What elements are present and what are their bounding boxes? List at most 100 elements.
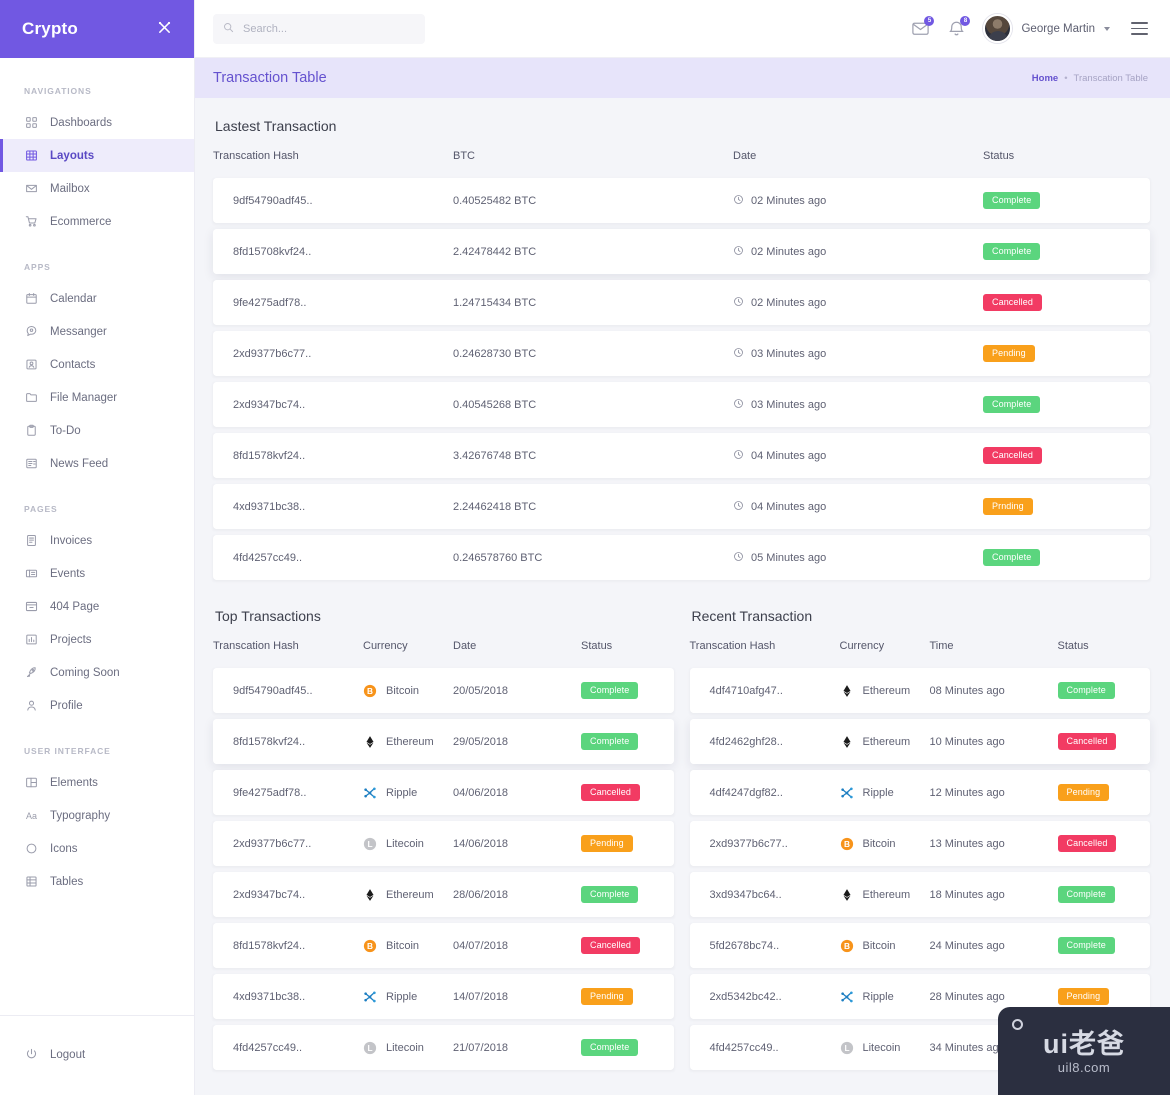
bell-icon[interactable]: 8: [947, 16, 971, 38]
cell-date: 04/07/2018: [453, 923, 581, 968]
mail-icon[interactable]: 5: [911, 16, 935, 38]
sidebar-item-label: Mailbox: [50, 182, 90, 195]
cell-hash: 2xd9377b6c77..: [213, 821, 363, 866]
top-transactions-section: Top Transactions Transcation Hash Curren…: [213, 608, 674, 1076]
table-row[interactable]: 5fd2678bc74.. B Bitcoin 24 Minutes ago Compl…: [689, 923, 1150, 968]
sidebar-item-mailbox[interactable]: Mailbox: [0, 172, 194, 205]
sidebar-item-icons[interactable]: Icons: [0, 832, 194, 865]
sidebar-item-contacts[interactable]: Contacts: [0, 348, 194, 381]
table-row[interactable]: 2xd9377b6c77.. B Bitcoin 13 Minutes ago Canc…: [689, 821, 1150, 866]
topbar-actions: 5 8 George Martin: [911, 14, 1148, 43]
cell-status: Complete: [1057, 872, 1150, 917]
sidebar-item-404-page[interactable]: 404 Page: [0, 590, 194, 623]
table-row[interactable]: 3xd9347bc64.. Ethereum 18 Minutes ago Compl…: [689, 872, 1150, 917]
search-box[interactable]: [213, 13, 425, 44]
breadcrumb-current: Transcation Table: [1073, 72, 1148, 84]
power-icon: [24, 1048, 38, 1062]
clock-icon: [733, 347, 744, 361]
sidebar-item-messanger[interactable]: Messanger: [0, 315, 194, 348]
sidebar-item-label: News Feed: [50, 457, 109, 470]
sidebar-item-to-do[interactable]: To-Do: [0, 414, 194, 447]
table-row[interactable]: 4fd2462ghf28.. Ethereum 10 Minutes ago Canc…: [689, 719, 1150, 764]
status-badge: Pending: [1057, 784, 1110, 801]
sidebar-item-typography[interactable]: Aa Typography: [0, 799, 194, 832]
cell-date: 28/06/2018: [453, 872, 581, 917]
cart-icon: [24, 215, 38, 229]
table-row[interactable]: 9fe4275adf78.. 1.24715434 BTC 02 Minutes a…: [213, 280, 1150, 325]
table-row[interactable]: 4xd9371bc38.. Ripple 14/07/2018 Pending: [213, 974, 674, 1019]
sidebar-item-calendar[interactable]: Calendar: [0, 282, 194, 315]
sidebar-item-invoices[interactable]: Invoices: [0, 524, 194, 557]
latest-transaction-title: Lastest Transaction: [215, 118, 337, 134]
column-header-hash: Transcation Hash: [689, 640, 776, 652]
table-row[interactable]: 2xd9347bc74.. 0.40545268 BTC 03 Minutes ag…: [213, 382, 1150, 427]
table-header: Transcation Hash BTC Date Status: [213, 146, 1150, 172]
status-badge: Complete: [1057, 682, 1115, 699]
user-menu[interactable]: George Martin: [983, 14, 1110, 43]
cell-status: Complete: [581, 1025, 674, 1070]
sidebar-item-events[interactable]: Events: [0, 557, 194, 590]
sidebar-item-label: Contacts: [50, 358, 96, 371]
latest-transaction-section: Lastest Transaction Transcation Hash BTC…: [213, 118, 1150, 586]
status-badge: Complete: [581, 682, 639, 699]
sidebar-item-tables[interactable]: Tables: [0, 865, 194, 898]
table-row[interactable]: 9df54790adf45.. 0.40525482 BTC 02 Minutes …: [213, 178, 1150, 223]
table-row[interactable]: 4fd4257cc49.. 0.246578760 BTC 05 Minutes a…: [213, 535, 1150, 580]
svg-text:L: L: [367, 1043, 372, 1053]
status-badge: Pending: [1057, 988, 1110, 1005]
table-row[interactable]: 8fd1578kvf24.. B Bitcoin 04/07/2018 Cancelle…: [213, 923, 674, 968]
column-header-date: Date: [453, 640, 477, 652]
table-row[interactable]: 4fd4257cc49.. L Litecoin 21/07/2018 Complete: [213, 1025, 674, 1070]
sidebar-item-file-manager[interactable]: File Manager: [0, 381, 194, 414]
sidebar-item-projects[interactable]: Projects: [0, 623, 194, 656]
column-header-date: Date: [733, 150, 757, 162]
column-header-currency: Currency: [363, 640, 408, 652]
sidebar-item-ecommerce[interactable]: Ecommerce: [0, 205, 194, 238]
cell-status: Cancelled: [1057, 821, 1150, 866]
table-row[interactable]: 8fd1578kvf24.. Ethereum 29/05/2018 Complete: [213, 719, 674, 764]
table-row[interactable]: 9fe4275adf78.. Ripple 04/06/2018 Cancelled: [213, 770, 674, 815]
ethereum-icon: [363, 735, 377, 749]
sidebar-item-coming-soon[interactable]: Coming Soon: [0, 656, 194, 689]
table-row[interactable]: 4xd9371bc38.. 2.24462418 BTC 04 Minutes ag…: [213, 484, 1150, 529]
hamburger-icon[interactable]: [1131, 22, 1148, 35]
sidebar-item-elements[interactable]: Elements: [0, 766, 194, 799]
sidebar-item-layouts[interactable]: Layouts: [0, 139, 194, 172]
table-row[interactable]: 2xd9377b6c77.. 0.24628730 BTC 03 Minutes a…: [213, 331, 1150, 376]
table-row[interactable]: 2xd9347bc74.. Ethereum 28/06/2018 Complete: [213, 872, 674, 917]
bitcoin-icon: B: [363, 684, 377, 698]
sidebar-item-dashboards[interactable]: Dashboards: [0, 106, 194, 139]
breadcrumb-home[interactable]: Home: [1032, 73, 1058, 84]
recent-transactions-title: Recent Transaction: [691, 608, 813, 624]
sidebar-item-label: Invoices: [50, 534, 93, 547]
cell-date: 02 Minutes ago: [733, 280, 983, 325]
table-row[interactable]: 4df4710afg47.. Ethereum 08 Minutes ago Comp…: [689, 668, 1150, 713]
table-header-row: Transcation Hash Currency Date Status: [213, 636, 674, 662]
table-header-row: Transcation Hash Currency Time Status: [690, 636, 1151, 662]
cell-hash: 9fe4275adf78..: [213, 770, 363, 815]
status-badge: Complete: [581, 733, 639, 750]
table-row[interactable]: 9df54790adf45.. B Bitcoin 20/05/2018 Complet…: [213, 668, 674, 713]
search-input[interactable]: [243, 22, 415, 35]
cell-time: 13 Minutes ago: [929, 821, 1058, 866]
table-row[interactable]: 4df4247dgf82.. Ripple 12 Minutes ago Pendin…: [689, 770, 1150, 815]
cell-date: 21/07/2018: [453, 1025, 581, 1070]
table-row[interactable]: 8fd1578kvf24.. 3.42676748 BTC 04 Minutes a…: [213, 433, 1150, 478]
cell-date: 29/05/2018: [453, 719, 581, 764]
table-row[interactable]: 8fd15708kvf24.. 2.42478442 BTC 02 Minutes …: [213, 229, 1150, 274]
sidebar-item-profile[interactable]: Profile: [0, 689, 194, 722]
sidebar-item-logout[interactable]: Logout: [0, 1038, 194, 1071]
cell-btc: 2.42478442 BTC: [453, 229, 733, 274]
table-row[interactable]: 2xd9377b6c77.. L Litecoin 14/06/2018 Pending: [213, 821, 674, 866]
table-header: Transcation Hash Currency Time Status: [690, 636, 1151, 662]
svg-text:L: L: [367, 839, 372, 849]
column-header-status: Status: [983, 150, 1015, 162]
cell-btc: 0.24628730 BTC: [453, 331, 733, 376]
cell-date: 02 Minutes ago: [733, 178, 983, 223]
sidebar-item-news-feed[interactable]: News Feed: [0, 447, 194, 480]
cell-time: 24 Minutes ago: [929, 923, 1058, 968]
clock-icon: [733, 500, 744, 514]
ethereum-icon: [840, 735, 854, 749]
browser-error-icon: [24, 600, 38, 614]
tools-icon[interactable]: [157, 20, 172, 38]
